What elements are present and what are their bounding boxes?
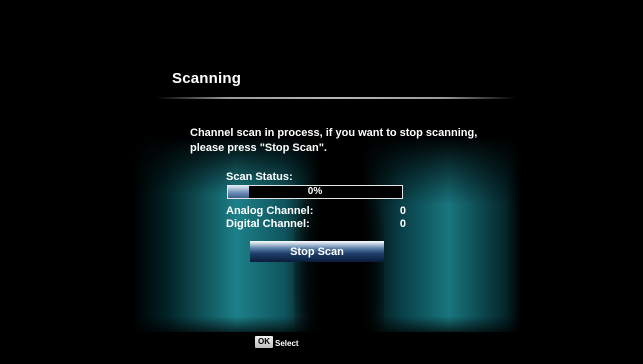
digital-channel-label: Digital Channel:: [226, 218, 310, 230]
dialog-title: Scanning: [172, 70, 242, 87]
digital-channel-count: 0: [399, 218, 406, 230]
scan-status-label: Scan Status:: [226, 171, 293, 183]
scan-progress-text: 0%: [307, 186, 323, 197]
analog-channel-count: 0: [399, 205, 406, 217]
digital-channel-row: Digital Channel: 0: [226, 218, 406, 231]
scan-message: Channel scan in process, if you want to …: [190, 127, 478, 154]
ok-key-icon: OK: [255, 336, 273, 348]
scan-progress-bar: 0%: [227, 185, 403, 199]
title-divider: [156, 97, 516, 99]
footer-hint: OK Select: [255, 336, 299, 350]
select-hint-label: Select: [275, 339, 299, 348]
stop-scan-button[interactable]: Stop Scan: [250, 241, 384, 262]
tv-screen: Scanning Channel scan in process, if you…: [6, 8, 638, 360]
analog-channel-row: Analog Channel: 0: [226, 205, 406, 218]
background-glow-right: [361, 136, 521, 332]
analog-channel-label: Analog Channel:: [226, 205, 314, 217]
